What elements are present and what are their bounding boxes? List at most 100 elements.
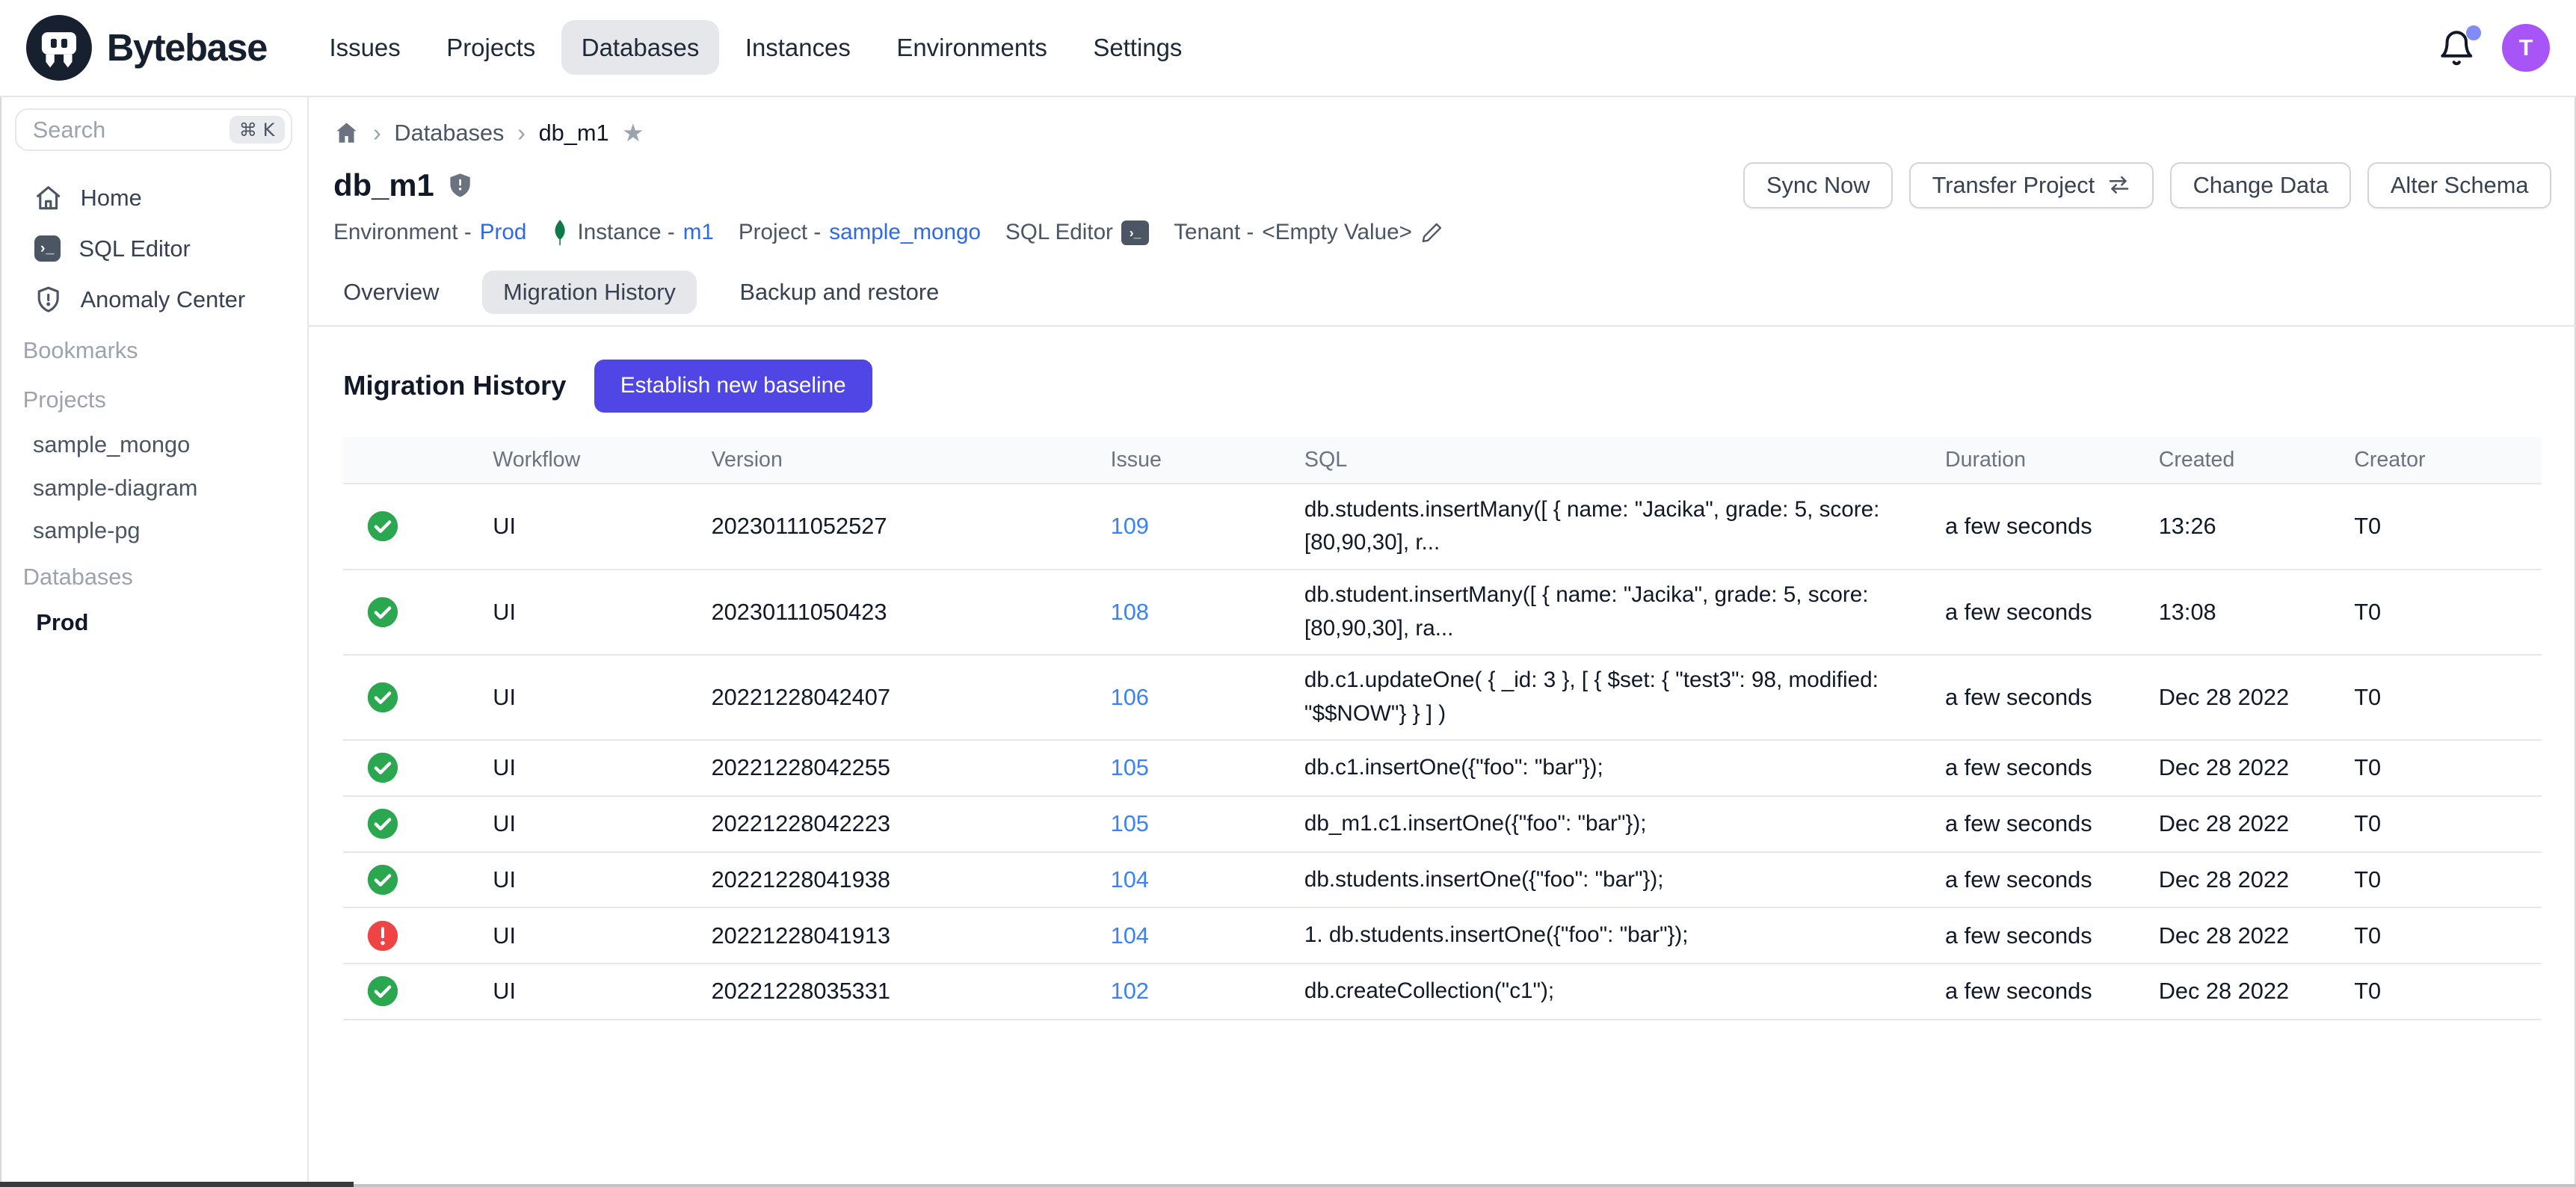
migration-history-title: Migration History: [343, 370, 566, 401]
nav-item-issues[interactable]: Issues: [309, 20, 420, 75]
nav-item-instances[interactable]: Instances: [725, 20, 870, 75]
pencil-icon[interactable]: [1420, 221, 1443, 244]
main-nav-links: Issues Projects Databases Instances Envi…: [309, 20, 1202, 75]
terminal-icon[interactable]: ›_: [1121, 221, 1149, 245]
column-header-duration: Duration: [1945, 448, 2159, 472]
table-row[interactable]: UI202212280419131041. db.students.insert…: [343, 908, 2542, 964]
success-check-icon: [366, 975, 399, 1008]
table-row[interactable]: UI20221228042223105db_m1.c1.insertOne({"…: [343, 797, 2542, 853]
sync-now-button[interactable]: Sync Now: [1743, 162, 1893, 209]
tenant-label: Tenant -: [1174, 220, 1254, 245]
duration-cell: a few seconds: [1945, 754, 2159, 781]
duration-cell: a few seconds: [1945, 978, 2159, 1005]
shield-icon: [447, 171, 473, 199]
tab-migration-history[interactable]: Migration History: [482, 271, 697, 314]
table-row[interactable]: UI20230111050423108db.student.insertMany…: [343, 570, 2542, 656]
breadcrumb-db-m1[interactable]: db_m1: [539, 120, 609, 147]
table-row[interactable]: UI20221228042407106db.c1.updateOne( { _i…: [343, 656, 2542, 741]
sql-cell: db.c1.updateOne( { _id: 3 }, [ { $set: {…: [1304, 664, 1945, 730]
created-cell: Dec 28 2022: [2159, 684, 2355, 711]
topnav-right: T: [2438, 24, 2549, 72]
creator-cell: T0: [2354, 599, 2542, 626]
environment-label: Environment -: [333, 220, 472, 245]
issue-link[interactable]: 105: [1111, 810, 1149, 836]
success-check-icon: [366, 751, 399, 784]
home-icon[interactable]: [333, 120, 360, 146]
creator-cell: T0: [2354, 922, 2542, 949]
alter-schema-button[interactable]: Alter Schema: [2367, 162, 2551, 209]
success-check-icon: [366, 807, 399, 840]
creator-cell: T0: [2354, 866, 2542, 893]
issue-link[interactable]: 106: [1111, 684, 1149, 710]
error-exclamation-icon: [366, 919, 399, 952]
issue-link[interactable]: 104: [1111, 866, 1149, 892]
table-row[interactable]: UI20221228035331102db.createCollection("…: [343, 964, 2542, 1020]
tab-backup-and-restore[interactable]: Backup and restore: [740, 271, 940, 314]
duration-cell: a few seconds: [1945, 866, 2159, 893]
sidebar-item-home[interactable]: Home: [0, 173, 307, 223]
nav-item-databases[interactable]: Databases: [561, 20, 718, 75]
created-cell: Dec 28 2022: [2159, 866, 2355, 893]
sidebar-item-anomaly-center[interactable]: Anomaly Center: [0, 274, 307, 325]
mongodb-leaf-icon: [551, 220, 569, 246]
success-check-icon: [366, 863, 399, 896]
sql-cell: 1. db.students.insertOne({"foo": "bar"})…: [1304, 919, 1945, 952]
sql-cell: db_m1.c1.insertOne({"foo": "bar"});: [1304, 807, 1945, 841]
sql-cell: db.createCollection("c1");: [1304, 975, 1945, 1008]
transfer-project-label: Transfer Project: [1932, 172, 2095, 199]
issue-link[interactable]: 104: [1111, 922, 1149, 949]
main-content: › Databases › db_m1 ★ db_m1 Sync Now: [309, 97, 2576, 1187]
table-row[interactable]: UI20221228042255105db.c1.insertOne({"foo…: [343, 741, 2542, 797]
sidebar-item-sample-pg[interactable]: sample-pg: [0, 509, 307, 552]
notification-bell-icon[interactable]: [2438, 29, 2476, 67]
database-meta-row: Environment - Prod Instance - m1 Project…: [333, 220, 2576, 246]
change-data-button[interactable]: Change Data: [2170, 162, 2351, 209]
creator-cell: T0: [2354, 978, 2542, 1005]
nav-item-environments[interactable]: Environments: [877, 20, 1067, 75]
tab-overview[interactable]: Overview: [343, 271, 439, 314]
environment-link[interactable]: Prod: [480, 220, 527, 245]
sidebar-item-sample-diagram[interactable]: sample-diagram: [0, 466, 307, 509]
page-header: db_m1 Sync Now Transfer Project: [333, 162, 2551, 209]
duration-cell: a few seconds: [1945, 513, 2159, 540]
shield-exclamation-icon: [34, 286, 62, 313]
created-cell: 13:26: [2159, 513, 2355, 540]
created-cell: Dec 28 2022: [2159, 810, 2355, 837]
version-cell: 20221228042223: [712, 810, 1111, 837]
sidebar-item-sql-editor[interactable]: ›_ SQL Editor: [0, 223, 307, 274]
instance-link[interactable]: m1: [683, 220, 714, 245]
project-label: Project -: [739, 220, 821, 245]
bytebase-logo-icon: [26, 15, 92, 81]
creator-cell: T0: [2354, 754, 2542, 781]
page-actions: Sync Now Transfer Project Change Data Al…: [1743, 162, 2551, 209]
workflow-cell: UI: [493, 978, 711, 1005]
nav-item-projects[interactable]: Projects: [427, 20, 555, 75]
sidebar: Search ⌘ K Home ›_ SQL Editor: [0, 97, 309, 1187]
sidebar-item-prod[interactable]: Prod: [0, 601, 307, 644]
table-body: UI20230111052527109db.students.insertMan…: [343, 484, 2542, 1020]
nav-item-settings[interactable]: Settings: [1073, 20, 1202, 75]
sidebar-item-label: Home: [81, 185, 142, 212]
star-icon[interactable]: ★: [622, 118, 644, 147]
issue-link[interactable]: 108: [1111, 599, 1149, 625]
transfer-arrows-icon: [2107, 173, 2131, 197]
page-title: db_m1: [333, 167, 434, 203]
avatar[interactable]: T: [2502, 24, 2550, 72]
version-cell: 20221228042255: [712, 754, 1111, 781]
issue-link[interactable]: 109: [1111, 513, 1149, 539]
project-link[interactable]: sample_mongo: [829, 220, 981, 245]
transfer-project-button[interactable]: Transfer Project: [1909, 162, 2154, 209]
column-header-version: Version: [712, 448, 1111, 472]
sidebar-section-bookmarks: Bookmarks: [0, 327, 307, 374]
breadcrumb-databases[interactable]: Databases: [394, 120, 504, 147]
table-row[interactable]: UI20230111052527109db.students.insertMan…: [343, 484, 2542, 570]
issue-link[interactable]: 105: [1111, 754, 1149, 780]
issue-link[interactable]: 102: [1111, 978, 1149, 1004]
creator-cell: T0: [2354, 684, 2542, 711]
table-row[interactable]: UI20221228041938104db.students.insertOne…: [343, 853, 2542, 909]
sidebar-item-sample-mongo[interactable]: sample_mongo: [0, 424, 307, 466]
bytebase-logo[interactable]: Bytebase: [26, 15, 267, 81]
search-input[interactable]: Search ⌘ K: [15, 108, 293, 151]
created-cell: Dec 28 2022: [2159, 754, 2355, 781]
establish-new-baseline-button[interactable]: Establish new baseline: [594, 360, 872, 412]
